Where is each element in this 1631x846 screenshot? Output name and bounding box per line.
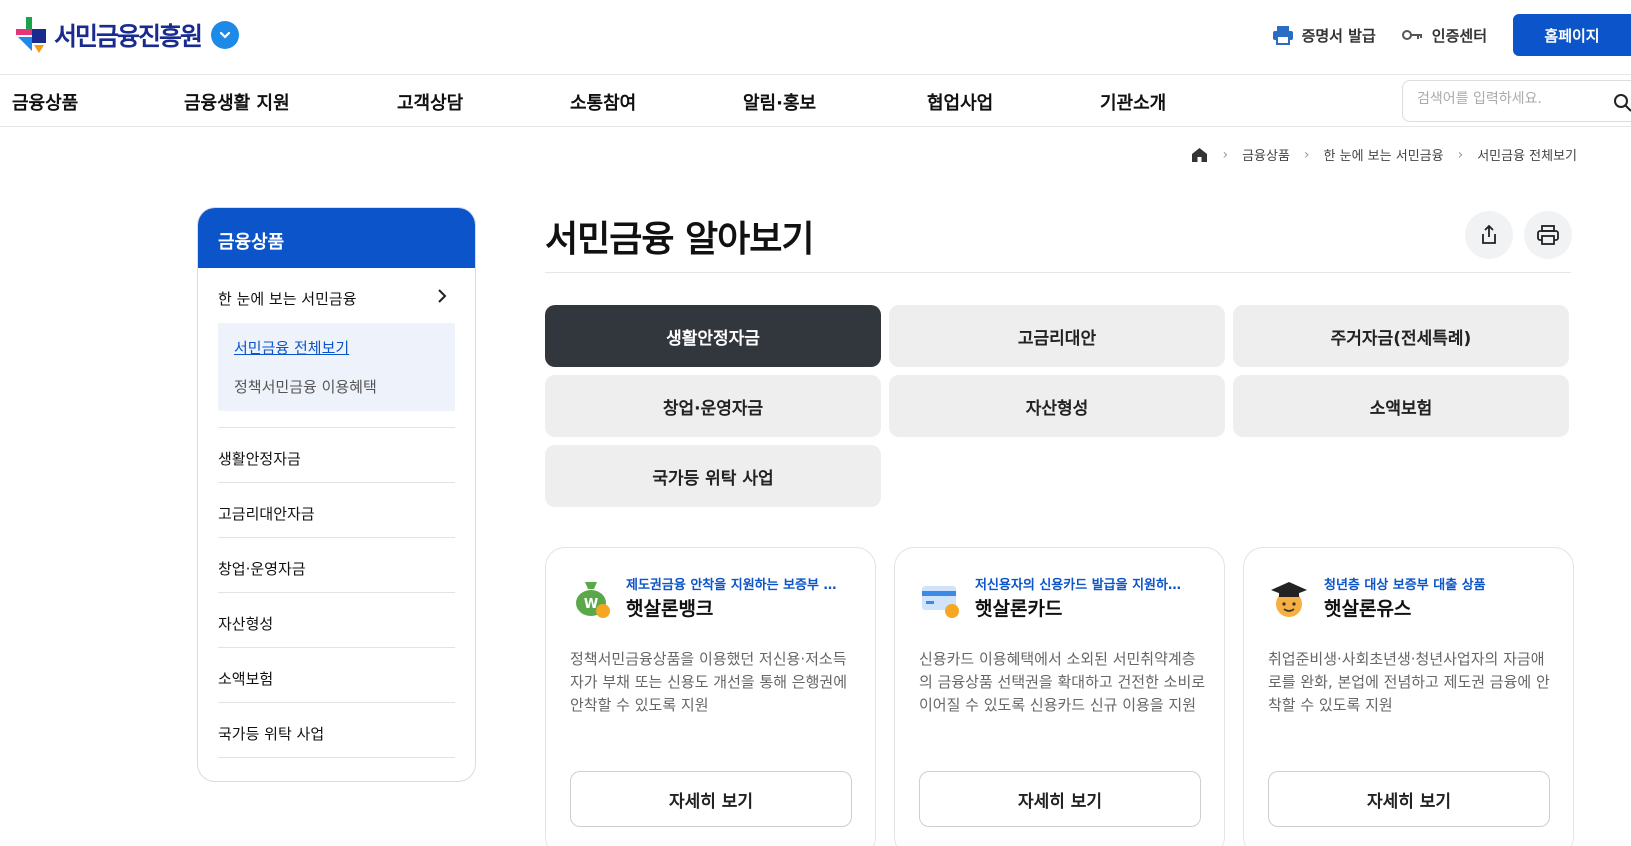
chevron-down-icon[interactable]: [211, 21, 240, 49]
breadcrumb: › 금융상품 › 한 눈에 보는 서민금융 › 서민금융 전체보기: [1191, 145, 1577, 164]
side-item-startup[interactable]: 창업·운영자금: [218, 538, 455, 593]
side-menu-title: 금융상품: [198, 208, 475, 268]
key-icon: [1401, 30, 1422, 40]
card-description: 정책서민금융상품을 이용했던 저신용·저소득자가 부채 또는 신용도 개선을 통…: [570, 650, 848, 714]
logo-text: 서민금융진흥원: [54, 22, 203, 51]
nav-item-consult[interactable]: 고객상담: [397, 89, 463, 115]
logo-mark-icon: [12, 15, 52, 55]
detail-button[interactable]: 자세히 보기: [570, 771, 852, 827]
nav-item-about[interactable]: 기관소개: [1100, 89, 1166, 115]
nav-item-communication[interactable]: 소통참여: [570, 89, 636, 115]
tab-insurance[interactable]: 소액보험: [1233, 375, 1569, 437]
home-icon[interactable]: [1191, 147, 1208, 163]
title-divider: [545, 272, 1571, 273]
auth-center-label: 인증센터: [1431, 26, 1487, 45]
side-menu: 금융상품 한 눈에 보는 서민금융 서민금융 전체보기 정책서민금융 이용혜택 …: [197, 207, 476, 782]
card-title: 햇살론유스: [1324, 598, 1412, 620]
share-icon: [1482, 224, 1496, 244]
page-title: 서민금융 알아보기: [545, 219, 814, 260]
card-title: 햇살론카드: [975, 598, 1063, 620]
auth-center-link[interactable]: 인증센터: [1401, 25, 1487, 46]
chevron-right-icon: ›: [1222, 146, 1229, 163]
product-card: 청년층 대상 보증부 대출 상품 햇살론유스 취업준비생·사회초년생·청년사업자…: [1243, 547, 1574, 846]
breadcrumb-current: 서민금융 전체보기: [1477, 149, 1577, 164]
side-subitem-benefits[interactable]: 정책서민금융 이용혜택: [234, 376, 439, 397]
printer-icon: [1272, 26, 1293, 45]
tab-national[interactable]: 국가등 위탁 사업: [545, 445, 881, 507]
nav-item-cooperation[interactable]: 협업사업: [927, 89, 993, 115]
main-nav: 금융상품 금융생활 지원 고객상담 소통참여 알림·홍보 협업사업 기관소개: [0, 75, 1631, 127]
side-item-high-interest-alt[interactable]: 고금리대안자금: [218, 483, 455, 538]
side-menu-group[interactable]: 한 눈에 보는 서민금융: [198, 268, 475, 323]
tab-startup[interactable]: 창업·운영자금: [545, 375, 881, 437]
chevron-right-icon: ›: [1457, 146, 1464, 163]
tab-housing[interactable]: 주거자금(전세특례): [1233, 305, 1569, 367]
tab-high-interest-alt[interactable]: 고금리대안: [889, 305, 1225, 367]
card-tag: 청년층 대상 보증부 대출 상품: [1324, 578, 1486, 593]
product-card: W 제도권금융 안착을 지원하는 보증부 … 햇살론뱅크 정책서민금융상품을 이…: [545, 547, 876, 846]
chevron-right-icon: ›: [1303, 146, 1310, 163]
print-button[interactable]: [1524, 211, 1572, 259]
utility-links: 증명서 발급 인증센터 홈페이지: [1272, 14, 1631, 56]
card-tag: 저신용자의 신용카드 발급을 지원하…: [975, 578, 1181, 593]
side-menu-group-label: 한 눈에 보는 서민금융: [218, 290, 357, 308]
share-button[interactable]: [1465, 211, 1513, 259]
printer-icon: [1537, 225, 1559, 245]
detail-button[interactable]: 자세히 보기: [919, 771, 1201, 827]
side-menu-list: 생활안정자금 고금리대안자금 창업·운영자금 자산형성 소액보험 국가등 위탁 …: [218, 427, 455, 758]
svg-text:W: W: [584, 597, 598, 612]
card-description: 신용카드 이용혜택에서 소외된 서민취약계층의 금융상품 선택권을 확대하고 건…: [919, 650, 1206, 714]
credit-card-icon: [922, 586, 959, 618]
card-description: 취업준비생·사회초년생·청년사업자의 자금애로를 완화, 본업에 전념하고 제도…: [1268, 650, 1550, 714]
tab-asset[interactable]: 자산형성: [889, 375, 1225, 437]
side-item-national[interactable]: 국가등 위탁 사업: [218, 703, 455, 758]
card-title: 햇살론뱅크: [626, 598, 714, 620]
detail-button[interactable]: 자세히 보기: [1268, 771, 1550, 827]
side-subitem-all[interactable]: 서민금융 전체보기: [234, 337, 439, 358]
top-header: 서민금융진흥원 증명서 발급 인증센터 홈페이지: [0, 0, 1631, 75]
search-input[interactable]: [1417, 91, 1607, 107]
breadcrumb-item[interactable]: 금융상품: [1242, 145, 1290, 164]
certificate-label: 증명서 발급: [1301, 26, 1376, 45]
side-item-insurance[interactable]: 소액보험: [218, 648, 455, 703]
chevron-right-icon: [438, 289, 447, 303]
graduate-icon: [1271, 582, 1307, 617]
certificate-link[interactable]: 증명서 발급: [1272, 25, 1376, 46]
side-submenu: 서민금융 전체보기 정책서민금융 이용혜택: [218, 323, 455, 411]
side-item-living[interactable]: 생활안정자금: [218, 428, 455, 483]
card-tag: 제도권금융 안착을 지원하는 보증부 …: [626, 578, 837, 593]
side-item-asset[interactable]: 자산형성: [218, 593, 455, 648]
nav-item-life-support[interactable]: 금융생활 지원: [184, 89, 290, 115]
site-logo[interactable]: 서민금융진흥원: [12, 10, 240, 60]
nav-item-products[interactable]: 금융상품: [12, 89, 78, 115]
search-icon[interactable]: [1613, 93, 1631, 113]
homepage-button[interactable]: 홈페이지: [1513, 14, 1631, 56]
breadcrumb-item[interactable]: 한 눈에 보는 서민금융: [1324, 145, 1444, 164]
nav-item-news[interactable]: 알림·홍보: [743, 89, 816, 115]
tab-living[interactable]: 생활안정자금: [545, 305, 881, 367]
money-bag-icon: W: [576, 582, 610, 618]
product-card: 저신용자의 신용카드 발급을 지원하… 햇살론카드 신용카드 이용혜택에서 소외…: [894, 547, 1225, 846]
search-box: [1402, 80, 1631, 122]
